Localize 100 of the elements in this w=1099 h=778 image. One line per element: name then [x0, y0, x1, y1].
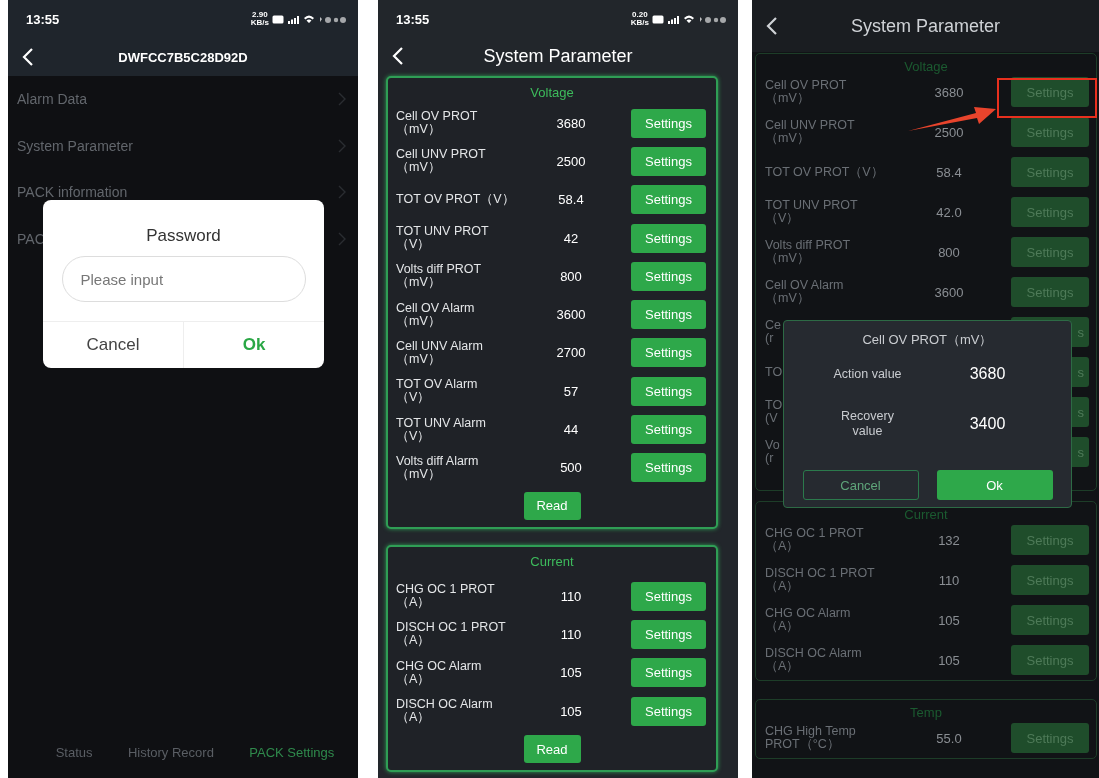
field-value[interactable]: 3400 [927, 415, 1048, 433]
menu-item[interactable]: PACK information [17, 184, 128, 201]
menu-item[interactable]: Alarm Data [17, 91, 88, 108]
signal-icon [667, 14, 680, 24]
section-title: Current [903, 506, 949, 520]
dialog-title: Password [146, 226, 221, 246]
bottom-tab[interactable]: PACK Settings [249, 744, 335, 760]
dialog-button[interactable]: Ok [936, 470, 1053, 500]
parameter-value: 42.0 [936, 204, 962, 220]
dialog-button[interactable]: Ok [183, 322, 324, 368]
parameter-label: TOT UNV PROT （V） [765, 199, 858, 225]
settings-button[interactable]: Settings [631, 415, 706, 444]
parameter-value: 110 [560, 588, 582, 604]
parameter-value: 2500 [934, 124, 964, 140]
parameter-label: Cell UNV PROT （mV） [396, 148, 486, 175]
screen-title: DWFCC7B5C28D92D [118, 49, 248, 65]
parameter-value: 3680 [556, 115, 586, 131]
parameter-label: TOT OV PROT（V） [396, 193, 515, 207]
parameter-value: 800 [560, 268, 582, 284]
parameter-value: 3680 [934, 84, 964, 100]
parameter-label: Volts diff PROT （mV） [765, 239, 851, 265]
parameter-value: 110 [938, 572, 960, 588]
network-speed: 0.20 KB/s [630, 11, 649, 27]
parameter-value: 105 [560, 665, 582, 681]
parameter-value: 57 [563, 383, 579, 399]
network-speed: 2.90 KB/s [250, 11, 269, 27]
parameter-label: CHG OC 1 PROT （A） [765, 527, 864, 553]
parameter-value: 500 [560, 460, 582, 476]
parameter-label: DISCH OC Alarm （A） [765, 647, 862, 673]
dialog-button[interactable]: Cancel [43, 322, 183, 368]
parameter-label: Ce (r [765, 319, 781, 345]
clock-time: 13:55 [26, 11, 60, 27]
chevron-right-icon [338, 185, 346, 200]
field-label: Action value [832, 366, 903, 382]
field-value[interactable]: 3680 [927, 365, 1048, 383]
section-title: Voltage [903, 58, 949, 72]
menu-item[interactable]: PAC [17, 230, 45, 247]
parameter-label: TOT UNV PROT （V） [396, 225, 489, 252]
parameter-label: CHG OC 1 PROT （A） [396, 583, 495, 610]
parameter-label: Volts diff PROT （mV） [396, 263, 482, 290]
settings-button[interactable]: Settings [631, 619, 706, 649]
parameter-label: Cell OV Alarm （mV） [396, 301, 475, 328]
parameter-label: Cell UNV PROT （mV） [765, 119, 855, 145]
clock-time: 13:55 [396, 11, 430, 27]
settings-button[interactable]: Settings [631, 581, 706, 611]
settings-button[interactable]: Settings [631, 453, 706, 483]
settings-button[interactable]: Settings [631, 696, 706, 726]
parameter-value: 2700 [556, 345, 586, 361]
chevron-right-icon [338, 231, 346, 246]
parameter-label: DISCH OC 1 PROT （A） [396, 621, 506, 648]
parameter-label: DISCH OC 1 PROT （A） [765, 567, 875, 593]
parameter-label: DISCH OC Alarm （A） [396, 698, 493, 724]
settings-button[interactable]: Settings [631, 261, 706, 291]
settings-button[interactable]: Settings [631, 658, 706, 688]
parameter-value: 132 [938, 532, 960, 548]
parameter-label: Cell UNV Alarm （mV） [396, 339, 483, 366]
read-button[interactable]: Read [523, 491, 581, 520]
password-field[interactable]: Please input [61, 256, 306, 302]
section-title: Current [529, 552, 575, 571]
settings-button[interactable]: Settings [631, 338, 706, 368]
parameter-label: Vo (r [765, 439, 780, 465]
parameter-value: 2500 [556, 153, 586, 169]
settings-button[interactable]: Settings [631, 108, 706, 138]
field-label: Recovery value [840, 409, 895, 439]
parameter-label: TO (V [765, 399, 783, 425]
read-button[interactable]: Read [523, 735, 581, 764]
parameter-value: 44 [563, 422, 579, 437]
bottom-tab[interactable]: Status [55, 744, 93, 760]
section-title: Voltage [529, 84, 575, 102]
parameter-label: Volts diff Alarm （mV） [396, 454, 479, 481]
bottom-tab[interactable]: History Record [127, 744, 214, 760]
parameter-label: TOT OV PROT（V） [765, 165, 884, 179]
parameter-label: TOT OV Alarm （V） [396, 378, 478, 405]
screen-title: System Parameter [850, 15, 1000, 37]
parameter-value: 58.4 [936, 164, 962, 180]
parameter-label: CHG OC Alarm （A） [396, 659, 482, 686]
back-icon[interactable] [766, 17, 778, 35]
menu-item[interactable]: System Parameter [17, 137, 133, 154]
parameter-value: 105 [938, 612, 960, 628]
chevron-right-icon [338, 92, 346, 107]
parameter-value: 105 [560, 703, 582, 719]
parameter-label: TO [765, 365, 783, 379]
section-title: Temp [909, 704, 943, 718]
settings-button[interactable]: Settings [631, 185, 706, 215]
dialog-button[interactable]: Cancel [802, 470, 919, 500]
settings-button[interactable]: Settings [631, 146, 706, 176]
parameter-value: 3600 [934, 284, 964, 300]
settings-button[interactable]: Settings [631, 376, 706, 406]
parameter-label: CHG High Temp PROT（°C） [765, 725, 856, 751]
parameter-label: TOT UNV Alarm （V） [396, 416, 486, 443]
screen-title: System Parameter [483, 45, 633, 67]
parameter-value: 58.4 [558, 192, 584, 208]
settings-button[interactable]: Settings [631, 300, 706, 330]
parameter-value: 800 [938, 244, 960, 260]
wifi-icon [683, 14, 695, 24]
settings-button[interactable]: Settings [631, 223, 706, 253]
parameter-label: CHG OC Alarm （A） [765, 607, 851, 633]
parameter-value: 42 [563, 230, 579, 246]
parameter-value: 3600 [556, 307, 586, 323]
parameter-value: 105 [938, 652, 960, 668]
